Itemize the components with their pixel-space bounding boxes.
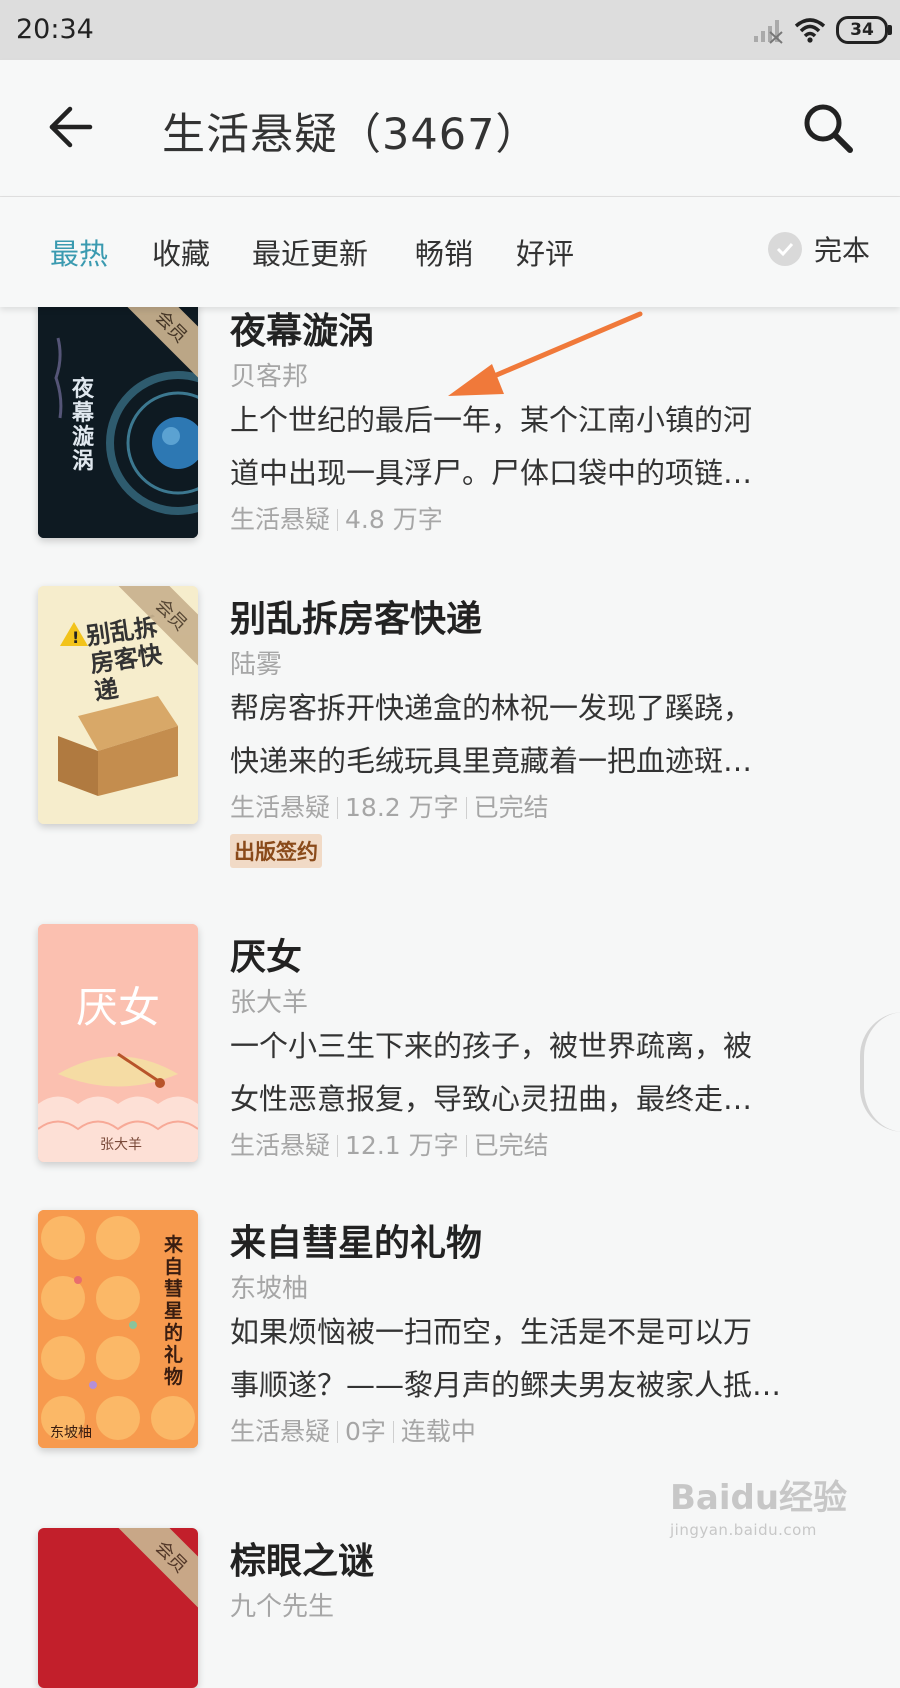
book-description: 上个世纪的最后一年，某个江南小镇的河 道中出现一具浮尸。尸体口袋中的项链… xyxy=(230,403,753,490)
book-cover[interactable]: ! 别乱拆房客快递 会员 xyxy=(38,586,198,824)
search-icon[interactable] xyxy=(800,100,856,156)
book-author[interactable]: 张大羊 xyxy=(230,982,308,1019)
book-meta: 生活悬疑 12.1 万字 已完结 xyxy=(230,1131,549,1160)
status-time: 20:34 xyxy=(16,14,94,45)
book-title[interactable]: 夜幕漩涡 xyxy=(230,302,374,354)
cover-author-text: 东坡柚 xyxy=(50,1425,92,1441)
book-author[interactable]: 贝客邦 xyxy=(230,356,308,393)
app-header: 生活悬疑（3467） xyxy=(0,60,900,197)
book-description: 帮房客拆开快递盒的林祝一发现了蹊跷， 快递来的毛绒玩具里竟藏着一把血迹斑… xyxy=(230,691,753,778)
svg-text:!: ! xyxy=(72,628,79,647)
book-title[interactable]: 棕眼之谜 xyxy=(230,1532,374,1584)
book-author[interactable]: 九个先生 xyxy=(230,1586,334,1623)
cover-author-text: 张大羊 xyxy=(100,1137,142,1153)
cover-title-text: 厌女 xyxy=(75,983,160,1032)
book-cover[interactable]: 会员 xyxy=(38,1528,198,1688)
book-description: 如果烦恼被一扫而空，生活是不是可以万 事顺遂？——黎月声的鳏夫男友被家人抵… xyxy=(230,1315,782,1402)
book-title[interactable]: 别乱拆房客快递 xyxy=(230,590,482,642)
book-meta: 生活悬疑 0字 连载中 xyxy=(230,1417,476,1446)
publishing-badge: 出版签约 xyxy=(230,834,322,868)
signal-icon xyxy=(754,20,783,44)
book-cover[interactable]: 夜幕漩涡 会员 xyxy=(38,298,198,538)
tab-favorites[interactable]: 收藏 xyxy=(152,231,210,273)
check-icon xyxy=(768,232,802,266)
tab-recent-update[interactable]: 最近更新 xyxy=(252,231,368,273)
watermark-logo: Baidu经验 jingyan.baidu.com xyxy=(670,1478,848,1539)
book-meta: 生活悬疑 4.8 万字 xyxy=(230,505,443,534)
wifi-icon xyxy=(794,18,826,43)
status-icons: 34 xyxy=(752,12,892,48)
tab-hottest[interactable]: 最热 xyxy=(50,231,108,273)
completed-filter-toggle[interactable]: 完本 xyxy=(768,229,870,269)
book-cover[interactable]: 厌女 张大羊 xyxy=(38,924,198,1162)
edge-scroll-handle[interactable] xyxy=(860,1012,900,1132)
cover-title-text: 夜幕漩涡 xyxy=(72,377,95,474)
book-author[interactable]: 东坡柚 xyxy=(230,1268,308,1305)
member-ribbon: 会员 xyxy=(116,1528,198,1612)
tab-best-selling[interactable]: 畅销 xyxy=(415,231,473,273)
battery-indicator: 34 xyxy=(836,16,892,44)
book-author[interactable]: 陆雾 xyxy=(230,644,282,681)
book-cover[interactable]: 来自彗星的礼物 东坡柚 xyxy=(38,1210,198,1448)
completed-filter-label: 完本 xyxy=(814,234,871,267)
sort-tabs: 最热 收藏 最近更新 畅销 好评 完本 xyxy=(0,197,900,307)
status-bar: 20:34 34 xyxy=(0,0,900,60)
tab-top-rated[interactable]: 好评 xyxy=(516,231,574,273)
cover-title-text: 来自彗星的礼物 xyxy=(164,1234,184,1388)
annotation-arrow-icon xyxy=(448,311,643,396)
book-description: 一个小三生下来的孩子，被世界疏离，被 女性恶意报复，导致心灵扭曲，最终走… xyxy=(230,1029,753,1116)
book-title[interactable]: 厌女 xyxy=(230,928,302,980)
book-meta: 生活悬疑 18.2 万字 已完结 xyxy=(230,793,549,822)
page-title: 生活悬疑（3467） xyxy=(162,110,540,160)
back-arrow-icon[interactable] xyxy=(46,104,96,150)
cover-art xyxy=(38,924,198,1162)
book-title[interactable]: 来自彗星的礼物 xyxy=(230,1214,482,1266)
